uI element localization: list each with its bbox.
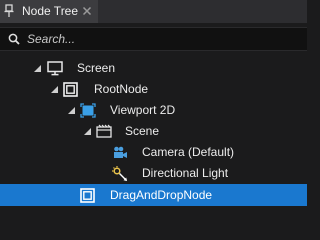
- tree-item-directional-light[interactable]: Directional Light: [0, 163, 307, 184]
- search-bar: [0, 27, 307, 51]
- tree-item-scene[interactable]: Scene: [0, 121, 307, 142]
- tree-item-label: DragAndDropNode: [110, 188, 213, 202]
- tree-item-label: Camera (Default): [142, 145, 235, 159]
- light-icon: [112, 166, 127, 181]
- expand-arrow-icon[interactable]: [84, 128, 91, 135]
- tree-item-viewport-2d[interactable]: Viewport 2D: [0, 100, 307, 121]
- close-icon[interactable]: [82, 6, 92, 16]
- tree-item-camera[interactable]: Camera (Default): [0, 142, 307, 163]
- expand-arrow-icon[interactable]: [51, 86, 58, 93]
- tree-item-label: RootNode: [94, 82, 149, 96]
- tab-title: Node Tree: [22, 4, 79, 18]
- tree-item-label: Screen: [77, 61, 116, 75]
- viewport-2d-icon: [80, 103, 96, 118]
- monitor-icon: [47, 61, 63, 76]
- node-frame-icon: [63, 82, 78, 97]
- expand-arrow-icon[interactable]: [68, 107, 75, 114]
- expand-arrow-icon[interactable]: [34, 65, 41, 72]
- tree-item-draganddropnode[interactable]: DragAndDropNode: [0, 184, 307, 206]
- node-frame-icon: [80, 188, 95, 203]
- pin-icon[interactable]: [4, 4, 14, 18]
- tree-item-label: Scene: [125, 124, 160, 138]
- search-icon: [8, 33, 20, 45]
- tree-item-label: Viewport 2D: [110, 103, 176, 117]
- tab-node-tree[interactable]: Node Tree: [0, 0, 98, 23]
- search-input[interactable]: [27, 30, 297, 48]
- node-tree-panel: Node Tree Screen: [0, 0, 307, 207]
- tree-item-rootnode[interactable]: RootNode: [0, 79, 307, 100]
- camera-icon: [114, 146, 127, 158]
- tree-item-screen[interactable]: Screen: [0, 58, 307, 79]
- tree-item-label: Directional Light: [142, 166, 229, 180]
- scene-icon: [96, 124, 112, 138]
- tab-bar: Node Tree: [0, 0, 307, 23]
